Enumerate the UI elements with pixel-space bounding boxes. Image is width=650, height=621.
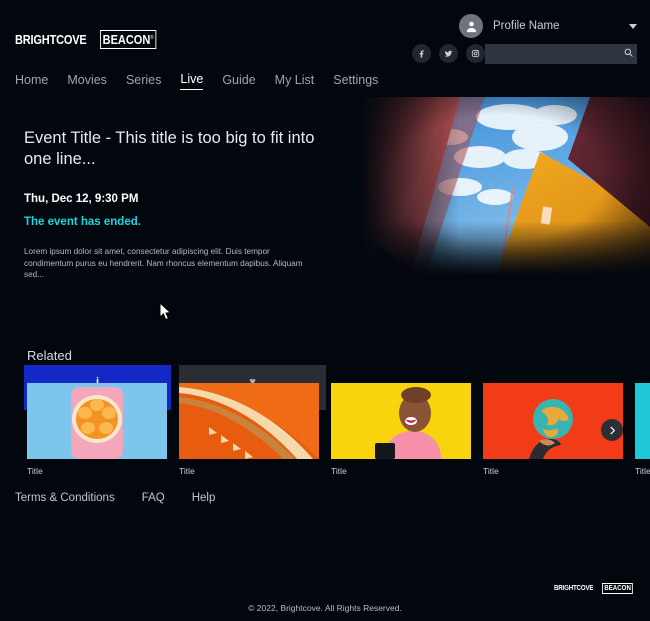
- card-title: Title: [483, 466, 499, 476]
- card-title: Title: [635, 466, 650, 476]
- card-thumbnail: [331, 383, 471, 459]
- profile-name-label: Profile Name: [493, 20, 560, 32]
- chevron-down-icon[interactable]: [629, 23, 637, 29]
- related-card[interactable]: Title: [331, 383, 471, 476]
- search-bar[interactable]: [485, 44, 637, 64]
- related-card[interactable]: Title: [179, 383, 319, 476]
- instagram-icon[interactable]: [466, 44, 485, 63]
- footer-logo-wordmark: BRIGHTCOVE: [554, 585, 594, 592]
- footer-link-faq[interactable]: FAQ: [142, 492, 165, 504]
- event-status: The event has ended.: [24, 216, 141, 228]
- card-thumbnail: [483, 383, 623, 459]
- event-date: Thu, Dec 12, 9:30 PM: [24, 193, 139, 205]
- copyright-text: © 2022, Brightcove. All Rights Reserved.: [248, 603, 402, 613]
- search-icon[interactable]: [623, 45, 634, 63]
- footer-link-terms[interactable]: Terms & Conditions: [15, 492, 115, 504]
- hero-details: Event Title - This title is too big to f…: [24, 128, 324, 281]
- footer-logo: BRIGHTCOVE BEACON: [554, 583, 637, 594]
- card-thumbnail: [27, 383, 167, 459]
- main-navigation: Home Movies Series Live Guide My List Se…: [15, 72, 378, 90]
- nav-item-home[interactable]: Home: [15, 73, 48, 90]
- facebook-icon[interactable]: [412, 44, 431, 63]
- nav-item-settings[interactable]: Settings: [333, 73, 378, 90]
- related-section: Related Title Title Title Title Title: [0, 348, 650, 493]
- nav-item-guide[interactable]: Guide: [222, 73, 255, 90]
- related-carousel[interactable]: Title Title Title Title Title: [0, 383, 650, 493]
- brightcove-beacon-logo[interactable]: BRIGHTCOVE BEACON®: [15, 30, 164, 49]
- nav-item-movies[interactable]: Movies: [67, 73, 107, 90]
- site-header: BRIGHTCOVE BEACON® Profile Name Home Mov…: [0, 0, 650, 97]
- card-thumbnail: [179, 383, 319, 459]
- carousel-next-button[interactable]: [601, 419, 623, 441]
- related-card[interactable]: Title: [27, 383, 167, 476]
- search-input[interactable]: [491, 48, 623, 60]
- logo-wordmark: BRIGHTCOVE: [15, 32, 87, 47]
- event-title: Event Title - This title is too big to f…: [24, 129, 315, 168]
- logo-beacon-box: BEACON®: [100, 30, 157, 49]
- app-page: BRIGHTCOVE BEACON® Profile Name Home Mov…: [0, 0, 650, 621]
- related-heading: Related: [27, 348, 72, 363]
- social-links: [412, 44, 485, 63]
- profile-menu[interactable]: Profile Name: [459, 14, 637, 38]
- footer-link-help[interactable]: Help: [192, 492, 216, 504]
- nav-item-live[interactable]: Live: [180, 72, 204, 90]
- footer-logo-beacon-box: BEACON: [601, 583, 633, 594]
- hero-section: Event Title - This title is too big to f…: [0, 97, 650, 410]
- card-title: Title: [331, 466, 347, 476]
- card-title: Title: [179, 466, 195, 476]
- nav-item-series[interactable]: Series: [126, 73, 161, 90]
- related-card[interactable]: Title: [635, 383, 650, 476]
- user-avatar-icon: [459, 14, 483, 38]
- hero-image: [350, 97, 650, 277]
- twitter-icon[interactable]: [439, 44, 458, 63]
- nav-item-my-list[interactable]: My List: [275, 73, 315, 90]
- event-description: Lorem ipsum dolor sit amet, consectetur …: [24, 247, 303, 279]
- card-thumbnail: [635, 383, 650, 459]
- footer-links: Terms & Conditions FAQ Help: [15, 492, 215, 504]
- card-title: Title: [27, 466, 43, 476]
